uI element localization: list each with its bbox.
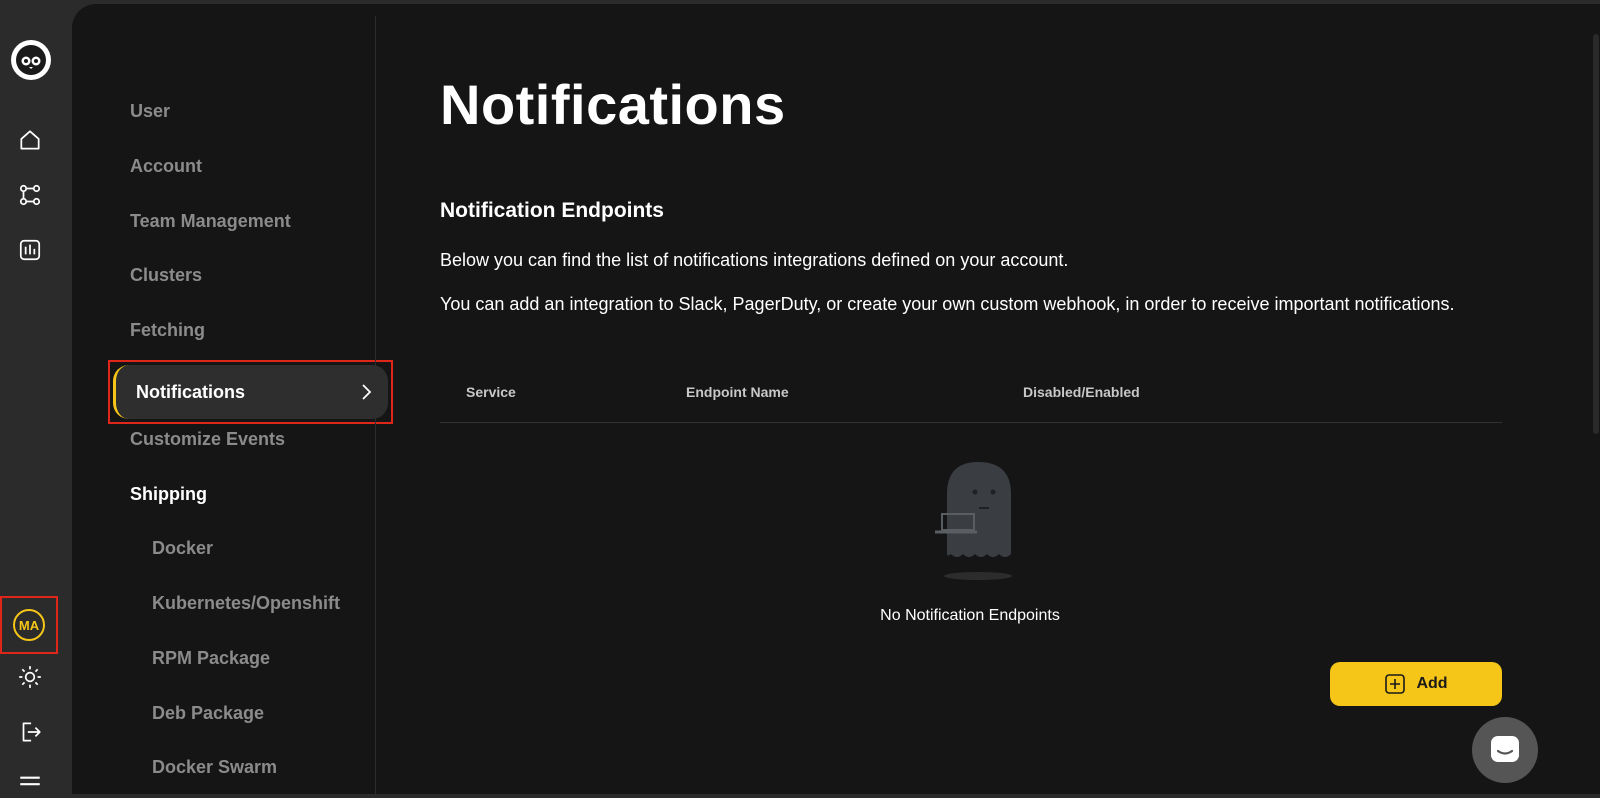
add-endpoint-button[interactable]: Add — [1330, 662, 1502, 706]
nav-item-customize-events[interactable]: Customize Events — [130, 429, 285, 450]
nav-divider — [375, 16, 376, 794]
column-header-endpoint-name: Endpoint Name — [686, 384, 789, 400]
avatar[interactable]: MA — [13, 609, 45, 641]
menu-icon[interactable] — [14, 766, 46, 798]
graph-flow-icon[interactable] — [14, 179, 46, 211]
nav-heading-shipping[interactable]: Shipping — [130, 484, 207, 505]
nav-item-account[interactable]: Account — [130, 156, 202, 177]
nav-item-fetching[interactable]: Fetching — [130, 320, 205, 341]
section-title: Notification Endpoints — [440, 199, 664, 222]
nav-item-team-management[interactable]: Team Management — [130, 211, 291, 232]
nav-item-docker[interactable]: Docker — [152, 538, 213, 559]
nav-item-clusters[interactable]: Clusters — [130, 265, 202, 286]
user-avatar-highlight: MA — [0, 596, 58, 654]
nav-item-user[interactable]: User — [130, 101, 170, 122]
main-panel: User Account Team Management Clusters Fe… — [72, 4, 1600, 794]
endpoints-table-header: Service Endpoint Name Disabled/Enabled — [440, 378, 1502, 423]
chevron-right-icon — [362, 384, 372, 400]
nav-item-label: Notifications — [136, 381, 246, 402]
plus-square-icon — [1385, 674, 1406, 694]
home-icon[interactable] — [14, 124, 46, 156]
logout-icon[interactable] — [14, 716, 46, 748]
page-title: Notifications — [440, 73, 786, 136]
icon-rail: MA — [0, 0, 72, 794]
empty-state-text: No Notification Endpoints — [880, 607, 1060, 624]
nav-item-kubernetes-openshift[interactable]: Kubernetes/Openshift — [152, 593, 340, 614]
column-header-service: Service — [466, 384, 516, 400]
chat-support-button[interactable] — [1472, 717, 1538, 783]
sun-theme-icon[interactable] — [14, 661, 46, 693]
add-button-label: Add — [1416, 675, 1448, 692]
ghost-illustration-icon — [935, 462, 1012, 580]
nav-item-rpm-package[interactable]: RPM Package — [152, 648, 270, 669]
description-1: Below you can find the list of notificat… — [440, 250, 1069, 270]
settings-nav: User Account Team Management Clusters Fe… — [72, 4, 393, 794]
active-item-highlight: Notifications — [108, 360, 393, 424]
owl-logo-icon[interactable] — [11, 40, 51, 80]
description-2: You can add an integration to Slack, Pag… — [440, 294, 1455, 314]
chat-bubble-icon — [1491, 736, 1519, 762]
nav-item-docker-swarm[interactable]: Docker Swarm — [152, 757, 277, 778]
nav-item-deb-package[interactable]: Deb Package — [152, 703, 264, 724]
column-header-disabled-enabled: Disabled/Enabled — [1023, 384, 1140, 400]
nav-item-notifications[interactable]: Notifications — [113, 365, 388, 419]
scrollbar[interactable] — [1593, 34, 1599, 434]
notifications-content: Notifications Notification Endpoints Bel… — [440, 4, 1600, 794]
dashboard-chart-icon[interactable] — [14, 234, 46, 266]
